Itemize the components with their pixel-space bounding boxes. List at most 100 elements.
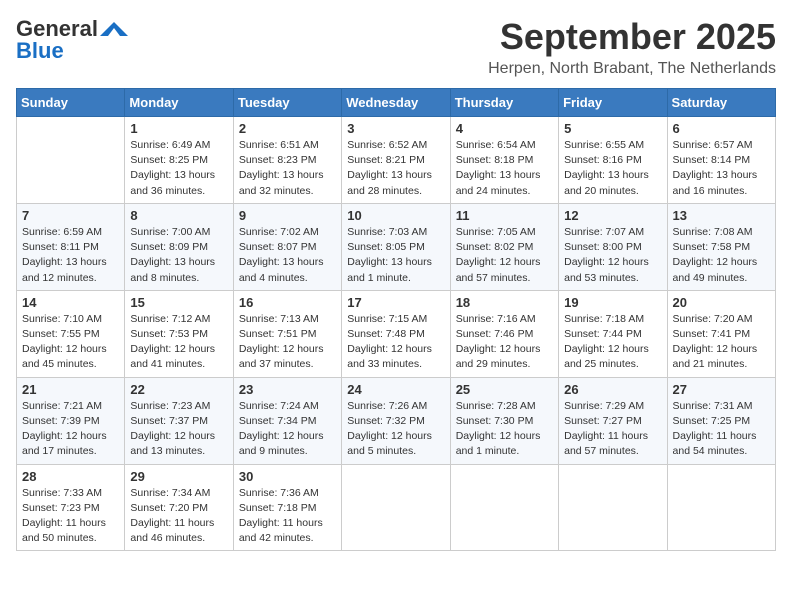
- day-number: 14: [22, 295, 119, 310]
- calendar-cell: 23 Sunrise: 7:24 AM Sunset: 7:34 PM Dayli…: [233, 377, 341, 464]
- cell-content: Sunrise: 7:33 AM Sunset: 7:23 PM Dayligh…: [22, 486, 119, 547]
- cell-content: Sunrise: 7:10 AM Sunset: 7:55 PM Dayligh…: [22, 312, 119, 373]
- col-sunday: Sunday: [17, 89, 125, 117]
- calendar-cell: 16 Sunrise: 7:13 AM Sunset: 7:51 PM Dayli…: [233, 290, 341, 377]
- day-number: 22: [130, 382, 227, 397]
- calendar-cell: 18 Sunrise: 7:16 AM Sunset: 7:46 PM Dayli…: [450, 290, 558, 377]
- calendar-cell: 3 Sunrise: 6:52 AM Sunset: 8:21 PM Daylig…: [342, 117, 450, 204]
- day-number: 9: [239, 208, 336, 223]
- cell-content: Sunrise: 7:29 AM Sunset: 7:27 PM Dayligh…: [564, 399, 661, 460]
- col-thursday: Thursday: [450, 89, 558, 117]
- cell-content: Sunrise: 6:59 AM Sunset: 8:11 PM Dayligh…: [22, 225, 119, 286]
- cell-content: Sunrise: 7:05 AM Sunset: 8:02 PM Dayligh…: [456, 225, 553, 286]
- calendar-header-row: Sunday Monday Tuesday Wednesday Thursday…: [17, 89, 776, 117]
- page-header: General Blue September 2025 Herpen, Nort…: [16, 16, 776, 78]
- calendar-cell: 27 Sunrise: 7:31 AM Sunset: 7:25 PM Dayli…: [667, 377, 775, 464]
- day-number: 27: [673, 382, 770, 397]
- day-number: 16: [239, 295, 336, 310]
- day-number: 11: [456, 208, 553, 223]
- calendar-cell: 14 Sunrise: 7:10 AM Sunset: 7:55 PM Dayli…: [17, 290, 125, 377]
- cell-content: Sunrise: 7:02 AM Sunset: 8:07 PM Dayligh…: [239, 225, 336, 286]
- cell-content: Sunrise: 6:52 AM Sunset: 8:21 PM Dayligh…: [347, 138, 444, 199]
- day-number: 2: [239, 121, 336, 136]
- col-tuesday: Tuesday: [233, 89, 341, 117]
- cell-content: Sunrise: 7:31 AM Sunset: 7:25 PM Dayligh…: [673, 399, 770, 460]
- calendar-cell: 15Sunrise: 7:12 AM Sunset: 7:53 PM Dayli…: [125, 290, 233, 377]
- day-number: 6: [673, 121, 770, 136]
- day-number: 1: [130, 121, 227, 136]
- calendar-cell: 30 Sunrise: 7:36 AM Sunset: 7:18 PM Dayli…: [233, 464, 341, 551]
- col-friday: Friday: [559, 89, 667, 117]
- title-section: September 2025 Herpen, North Brabant, Th…: [488, 16, 776, 78]
- day-number: 25: [456, 382, 553, 397]
- day-number: 15: [130, 295, 227, 310]
- week-row-5: 28 Sunrise: 7:33 AM Sunset: 7:23 PM Dayli…: [17, 464, 776, 551]
- cell-content: Sunrise: 7:16 AM Sunset: 7:46 PM Dayligh…: [456, 312, 553, 373]
- calendar-cell: 13Sunrise: 7:08 AM Sunset: 7:58 PM Dayli…: [667, 203, 775, 290]
- cell-content: Sunrise: 7:34 AM Sunset: 7:20 PM Dayligh…: [130, 486, 227, 547]
- day-number: 20: [673, 295, 770, 310]
- calendar-cell: 24Sunrise: 7:26 AM Sunset: 7:32 PM Dayli…: [342, 377, 450, 464]
- cell-content: Sunrise: 7:36 AM Sunset: 7:18 PM Dayligh…: [239, 486, 336, 547]
- cell-content: Sunrise: 7:00 AM Sunset: 8:09 PM Dayligh…: [130, 225, 227, 286]
- day-number: 8: [130, 208, 227, 223]
- col-saturday: Saturday: [667, 89, 775, 117]
- calendar-cell: 2 Sunrise: 6:51 AM Sunset: 8:23 PM Daylig…: [233, 117, 341, 204]
- col-monday: Monday: [125, 89, 233, 117]
- calendar-cell: 12 Sunrise: 7:07 AM Sunset: 8:00 PM Dayli…: [559, 203, 667, 290]
- cell-content: Sunrise: 7:03 AM Sunset: 8:05 PM Dayligh…: [347, 225, 444, 286]
- week-row-2: 7 Sunrise: 6:59 AM Sunset: 8:11 PM Daylig…: [17, 203, 776, 290]
- calendar-cell: 9 Sunrise: 7:02 AM Sunset: 8:07 PM Daylig…: [233, 203, 341, 290]
- cell-content: Sunrise: 7:07 AM Sunset: 8:00 PM Dayligh…: [564, 225, 661, 286]
- cell-content: Sunrise: 6:51 AM Sunset: 8:23 PM Dayligh…: [239, 138, 336, 199]
- day-number: 30: [239, 469, 336, 484]
- calendar-cell: 19Sunrise: 7:18 AM Sunset: 7:44 PM Dayli…: [559, 290, 667, 377]
- day-number: 17: [347, 295, 444, 310]
- calendar-cell: 26 Sunrise: 7:29 AM Sunset: 7:27 PM Dayli…: [559, 377, 667, 464]
- day-number: 3: [347, 121, 444, 136]
- cell-content: Sunrise: 7:13 AM Sunset: 7:51 PM Dayligh…: [239, 312, 336, 373]
- logo-icon: [100, 22, 128, 38]
- month-year: September 2025: [488, 16, 776, 58]
- calendar-cell: [450, 464, 558, 551]
- calendar-cell: 11 Sunrise: 7:05 AM Sunset: 8:02 PM Dayli…: [450, 203, 558, 290]
- day-number: 7: [22, 208, 119, 223]
- calendar-cell: 17 Sunrise: 7:15 AM Sunset: 7:48 PM Dayli…: [342, 290, 450, 377]
- cell-content: Sunrise: 6:55 AM Sunset: 8:16 PM Dayligh…: [564, 138, 661, 199]
- day-number: 28: [22, 469, 119, 484]
- day-number: 13: [673, 208, 770, 223]
- cell-content: Sunrise: 6:57 AM Sunset: 8:14 PM Dayligh…: [673, 138, 770, 199]
- calendar-cell: 21Sunrise: 7:21 AM Sunset: 7:39 PM Dayli…: [17, 377, 125, 464]
- day-number: 4: [456, 121, 553, 136]
- day-number: 29: [130, 469, 227, 484]
- day-number: 18: [456, 295, 553, 310]
- calendar-cell: 20 Sunrise: 7:20 AM Sunset: 7:41 PM Dayli…: [667, 290, 775, 377]
- cell-content: Sunrise: 7:18 AM Sunset: 7:44 PM Dayligh…: [564, 312, 661, 373]
- calendar-cell: 1Sunrise: 6:49 AM Sunset: 8:25 PM Daylig…: [125, 117, 233, 204]
- day-number: 26: [564, 382, 661, 397]
- calendar-cell: 25 Sunrise: 7:28 AM Sunset: 7:30 PM Dayli…: [450, 377, 558, 464]
- calendar-cell: [17, 117, 125, 204]
- calendar-cell: 8 Sunrise: 7:00 AM Sunset: 8:09 PM Daylig…: [125, 203, 233, 290]
- calendar-cell: [559, 464, 667, 551]
- week-row-3: 14 Sunrise: 7:10 AM Sunset: 7:55 PM Dayli…: [17, 290, 776, 377]
- col-wednesday: Wednesday: [342, 89, 450, 117]
- cell-content: Sunrise: 7:15 AM Sunset: 7:48 PM Dayligh…: [347, 312, 444, 373]
- day-number: 23: [239, 382, 336, 397]
- location: Herpen, North Brabant, The Netherlands: [488, 60, 776, 78]
- calendar-cell: 10Sunrise: 7:03 AM Sunset: 8:05 PM Dayli…: [342, 203, 450, 290]
- logo-blue-text: Blue: [16, 38, 64, 64]
- cell-content: Sunrise: 7:28 AM Sunset: 7:30 PM Dayligh…: [456, 399, 553, 460]
- calendar-cell: 5 Sunrise: 6:55 AM Sunset: 8:16 PM Daylig…: [559, 117, 667, 204]
- week-row-1: 1Sunrise: 6:49 AM Sunset: 8:25 PM Daylig…: [17, 117, 776, 204]
- cell-content: Sunrise: 7:23 AM Sunset: 7:37 PM Dayligh…: [130, 399, 227, 460]
- cell-content: Sunrise: 7:24 AM Sunset: 7:34 PM Dayligh…: [239, 399, 336, 460]
- cell-content: Sunrise: 7:21 AM Sunset: 7:39 PM Dayligh…: [22, 399, 119, 460]
- calendar-cell: 4Sunrise: 6:54 AM Sunset: 8:18 PM Daylig…: [450, 117, 558, 204]
- calendar-table: Sunday Monday Tuesday Wednesday Thursday…: [16, 88, 776, 551]
- day-number: 5: [564, 121, 661, 136]
- calendar-cell: 29 Sunrise: 7:34 AM Sunset: 7:20 PM Dayli…: [125, 464, 233, 551]
- cell-content: Sunrise: 7:20 AM Sunset: 7:41 PM Dayligh…: [673, 312, 770, 373]
- calendar-cell: 6 Sunrise: 6:57 AM Sunset: 8:14 PM Daylig…: [667, 117, 775, 204]
- day-number: 12: [564, 208, 661, 223]
